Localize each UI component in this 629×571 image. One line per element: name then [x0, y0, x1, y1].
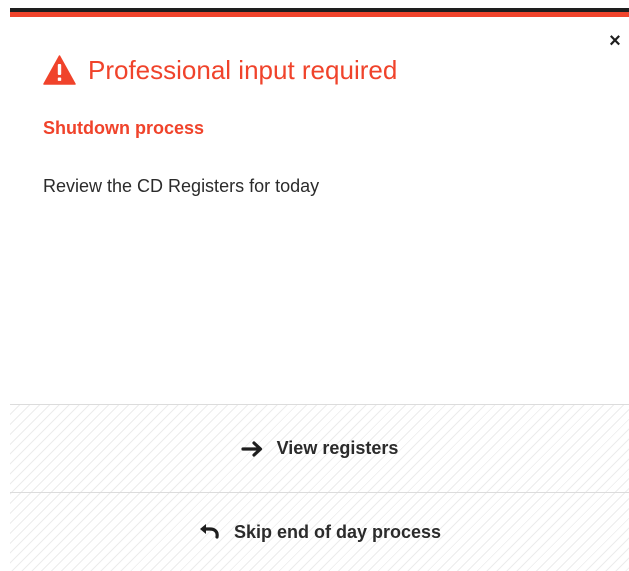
- arrow-right-icon: [241, 440, 262, 457]
- professional-input-dialog: × Professional input required Shutdown p…: [10, 0, 629, 571]
- top-bar-red-stripe: [10, 12, 629, 17]
- dialog-subtitle: Shutdown process: [43, 118, 205, 138]
- dialog-title: Professional input required: [88, 54, 398, 85]
- warning-icon: [43, 55, 76, 85]
- undo-icon: [199, 524, 219, 539]
- dialog-header: Professional input required: [43, 52, 397, 88]
- dialog-message: Review the CD Registers for today: [43, 176, 320, 196]
- dialog-top-accent-bar: [10, 8, 629, 17]
- close-button[interactable]: ×: [606, 31, 624, 51]
- skip-end-of-day-label: Skip end of day process: [233, 521, 442, 542]
- close-icon: ×: [609, 30, 621, 52]
- view-registers-button[interactable]: View registers: [10, 404, 629, 492]
- dialog-actions: View registers Skip end of day process: [10, 404, 629, 571]
- skip-end-of-day-button[interactable]: Skip end of day process: [10, 492, 629, 571]
- view-registers-label: View registers: [276, 438, 399, 458]
